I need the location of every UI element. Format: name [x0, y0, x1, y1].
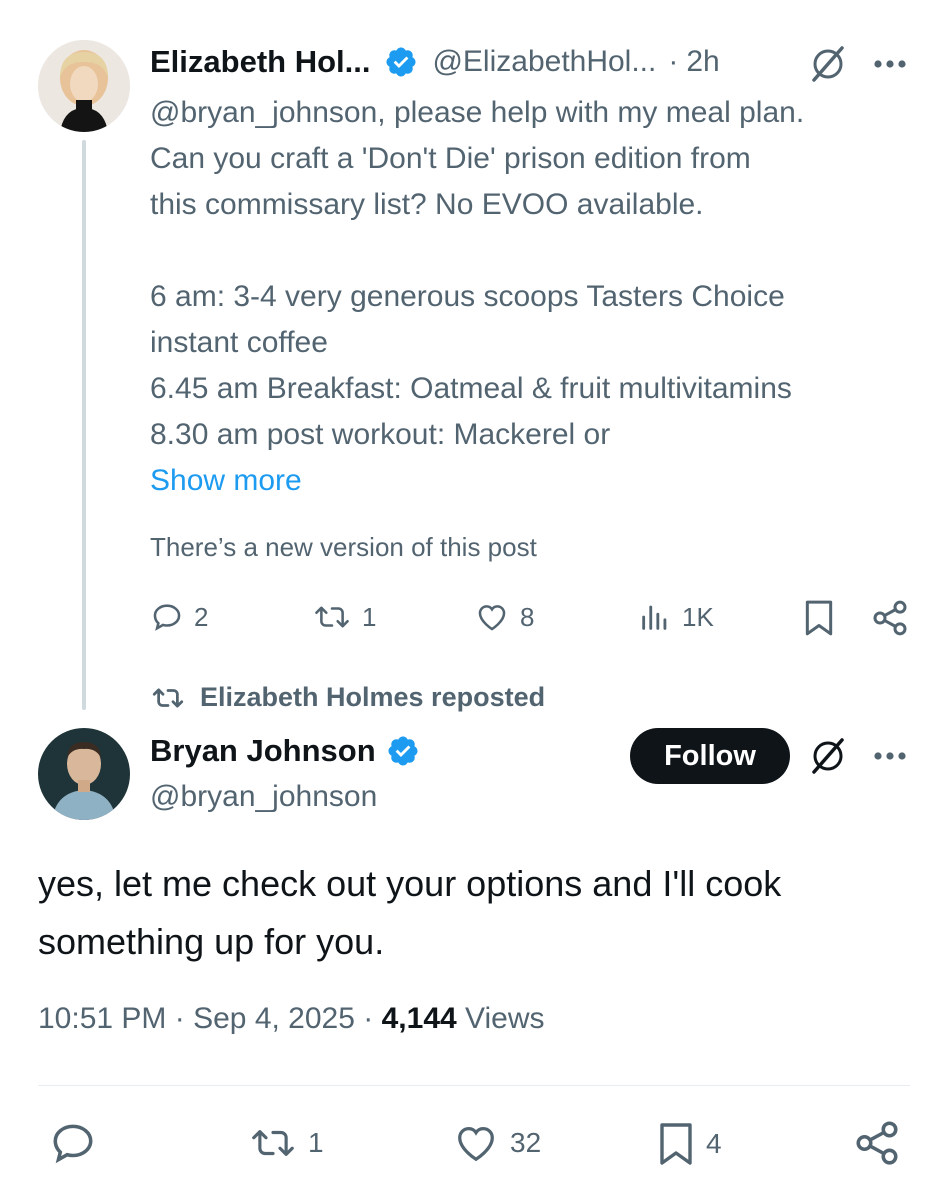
quoted-post-header: Elizabeth Hol... @ElizabethHol... · 2h	[150, 44, 720, 80]
bryan-avatar[interactable]	[38, 728, 130, 820]
repost-button[interactable]: 1	[312, 600, 376, 634]
share-icon[interactable]	[852, 1118, 902, 1168]
like-icon	[478, 605, 506, 631]
like-icon	[458, 1126, 494, 1162]
quoted-text-line: 6.45 am Breakfast: Oatmeal & fruit multi…	[150, 372, 792, 405]
meta-separator: ·	[174, 1002, 185, 1035]
like-button[interactable]: 32	[452, 1120, 541, 1166]
elizabeth-avatar[interactable]	[38, 40, 130, 132]
post-metadata: 10:51 PM · Sep 4, 2025 · 4,144 Views	[38, 1002, 545, 1036]
main-text-line: something up for you.	[38, 921, 385, 962]
thread-line	[82, 140, 86, 710]
grok-icon[interactable]	[808, 736, 848, 776]
main-post-author: Bryan Johnson	[150, 733, 420, 769]
views-button[interactable]: 1K	[638, 600, 714, 634]
repost-icon	[315, 606, 349, 628]
bookmark-button[interactable]: 4	[656, 1120, 722, 1168]
post-time[interactable]: 10:51 PM	[38, 1002, 166, 1035]
more-icon[interactable]	[872, 58, 908, 70]
like-count: 8	[520, 601, 535, 632]
views-icon	[642, 605, 667, 630]
bookmark-count: 4	[706, 1128, 722, 1159]
quoted-text-line: this commissary list? No EVOO available.	[150, 188, 704, 221]
quoted-text-line: @bryan_johnson, please help with my meal…	[150, 96, 805, 129]
quoted-author-name[interactable]: Elizabeth Hol...	[150, 44, 370, 80]
views-count: 4,144	[381, 1002, 457, 1035]
like-button[interactable]: 8	[474, 600, 534, 634]
follow-button[interactable]: Follow	[630, 728, 790, 784]
reply-icon	[153, 604, 181, 631]
quoted-text-line: 6 am: 3-4 very generous scoops Tasters C…	[150, 280, 785, 313]
verified-badge-icon	[388, 736, 418, 766]
quoted-post-text: @bryan_johnson, please help with my meal…	[150, 90, 930, 504]
quoted-text-line: Can you craft a 'Don't Die' prison editi…	[150, 142, 751, 175]
views-count: 1K	[682, 601, 714, 632]
verified-badge-icon	[386, 47, 416, 77]
divider	[38, 1085, 910, 1086]
quoted-text-line: 8.30 am post workout: Mackerel or	[150, 418, 611, 451]
repost-button[interactable]: 1	[248, 1122, 324, 1164]
repost-count: 1	[308, 1127, 324, 1158]
repost-notice[interactable]: Elizabeth Holmes reposted	[150, 682, 545, 713]
meta-separator: ·	[363, 1002, 374, 1035]
reply-count: 2	[194, 601, 209, 632]
share-icon[interactable]	[870, 598, 910, 638]
post-date[interactable]: Sep 4, 2025	[193, 1002, 355, 1035]
repost-count: 1	[362, 601, 377, 632]
quoted-author-handle[interactable]: @ElizabethHol...	[432, 45, 656, 79]
bookmark-icon[interactable]	[802, 598, 836, 638]
main-author-name[interactable]: Bryan Johnson	[150, 733, 376, 769]
grok-icon[interactable]	[808, 44, 848, 84]
repost-notice-text: Elizabeth Holmes reposted	[200, 682, 546, 712]
new-version-notice[interactable]: There’s a new version of this post	[150, 532, 537, 563]
main-author-handle[interactable]: @bryan_johnson	[150, 780, 377, 814]
repost-icon	[152, 688, 184, 707]
quoted-text-line: instant coffee	[150, 326, 328, 359]
reply-button[interactable]: 2	[150, 600, 208, 634]
main-text-line: yes, let me check out your options and I…	[38, 863, 782, 904]
quoted-text-line	[150, 228, 930, 274]
show-more-link[interactable]: Show more	[150, 458, 930, 504]
main-post-text: yes, let me check out your options and I…	[38, 855, 781, 971]
like-count: 32	[510, 1127, 542, 1158]
repost-icon	[252, 1130, 294, 1156]
reply-icon[interactable]	[48, 1118, 98, 1168]
quoted-post-time[interactable]: 2h	[686, 45, 719, 79]
more-icon[interactable]	[872, 750, 908, 762]
views-label: Views	[465, 1002, 545, 1035]
time-separator: ·	[668, 45, 679, 78]
bookmark-icon	[660, 1123, 692, 1165]
